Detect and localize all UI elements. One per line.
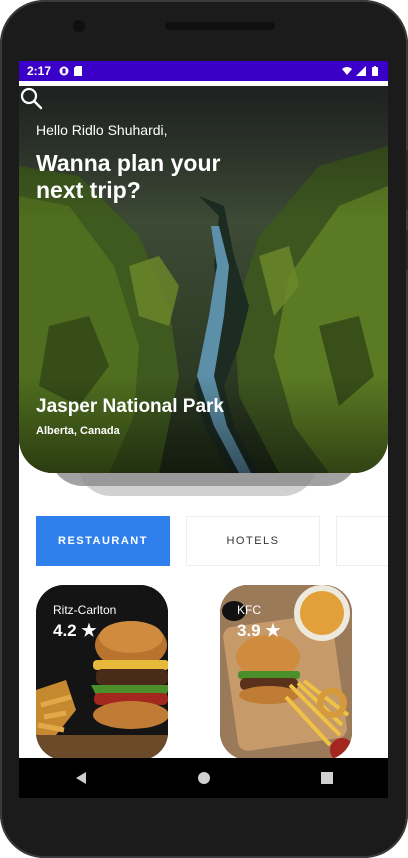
battery-icon <box>372 66 378 76</box>
restaurant-card[interactable]: Ritz-Carlton 4.2 ★ <box>36 585 168 758</box>
sd-card-icon <box>74 66 83 76</box>
phone-frame: 2:17 Hello Ridlo Shuhardi, Wanna plan yo… <box>0 0 408 858</box>
back-icon[interactable] <box>74 771 88 785</box>
destination-name: Jasper National Park <box>36 396 224 417</box>
restaurant-rating: 3.9 ★ <box>237 621 281 640</box>
restaurant-card[interactable]: KFC 3.9 ★ <box>220 585 352 758</box>
restaurant-rating: 4.2 ★ <box>53 621 97 640</box>
restaurant-name: Ritz-Carlton <box>53 603 117 617</box>
restaurant-list: Ritz-Carlton 4.2 ★ KFC 3.9 ★ <box>36 585 352 758</box>
category-tabs: RESTAURANT HOTELS T <box>36 516 388 566</box>
system-navigation-bar <box>19 758 388 798</box>
status-bar: 2:17 <box>19 61 388 81</box>
featured-destination-carousel[interactable]: Hello Ridlo Shuhardi, Wanna plan your ne… <box>19 86 388 496</box>
recents-icon[interactable] <box>320 771 334 785</box>
speaker-grille <box>165 22 275 30</box>
front-camera <box>73 20 85 32</box>
tab-third-partial[interactable]: T <box>336 516 388 566</box>
tab-hotels[interactable]: HOTELS <box>186 516 320 566</box>
restaurant-name: KFC <box>237 603 261 617</box>
app-notification-icon <box>59 66 69 76</box>
status-time: 2:17 <box>27 64 52 78</box>
search-icon[interactable] <box>19 86 43 110</box>
headline-text: Wanna plan your next trip? <box>36 150 221 203</box>
wifi-icon <box>342 67 352 75</box>
tab-restaurant[interactable]: RESTAURANT <box>36 516 170 566</box>
signal-icon <box>356 66 366 76</box>
featured-destination-card[interactable]: Hello Ridlo Shuhardi, Wanna plan your ne… <box>19 86 388 473</box>
screen: 2:17 Hello Ridlo Shuhardi, Wanna plan yo… <box>19 61 388 758</box>
greeting-text: Hello Ridlo Shuhardi, <box>36 122 168 138</box>
home-icon[interactable] <box>197 771 211 785</box>
destination-location: Alberta, Canada <box>36 425 120 437</box>
